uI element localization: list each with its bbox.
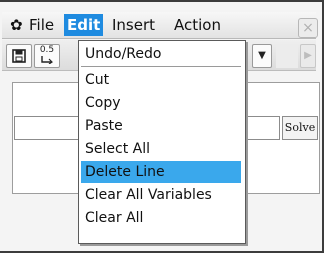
toolbar-dropdown-button[interactable]: ▼ [252,44,272,68]
fraction-decimal-label: 0.5 [39,45,55,55]
floppy-disk-icon [12,49,26,63]
menu-item-copy[interactable]: Copy [81,92,241,114]
menu-item-clear-all-variables[interactable]: Clear All Variables [81,184,241,206]
menu-separator [81,66,241,67]
menu-item-undo-redo[interactable]: Undo/Redo [81,43,241,65]
menu-item-delete-line[interactable]: Delete Line [81,161,241,183]
close-button[interactable]: × [298,18,318,38]
save-button[interactable] [6,44,32,68]
toolbar-blank-area [276,44,298,68]
menu-item-select-all[interactable]: Select All [81,138,241,160]
menu-edit[interactable]: Edit [64,14,104,36]
convert-arrow-icon [41,56,53,65]
fraction-decimal-button[interactable]: 0.5 [34,44,60,68]
menu-item-clear-all[interactable]: Clear All [81,207,241,229]
gear-icon[interactable]: ✿ [8,15,25,35]
menu-file[interactable]: File [27,15,56,35]
menu-item-paste[interactable]: Paste [81,115,241,137]
menu-item-cut[interactable]: Cut [81,69,241,91]
app-window: ✿ File Edit Insert Action × 0.5 ▼ ▶ Solv… [0,0,324,253]
solve-button[interactable]: Solve [282,116,318,140]
run-button[interactable]: ▶ [300,44,316,68]
menu-action[interactable]: Action [172,15,223,35]
menu-insert[interactable]: Insert [110,15,157,35]
menu-bar: ✿ File Edit Insert Action × [2,12,318,39]
edit-menu-dropdown: Undo/Redo Cut Copy Paste Select All Dele… [78,40,246,244]
